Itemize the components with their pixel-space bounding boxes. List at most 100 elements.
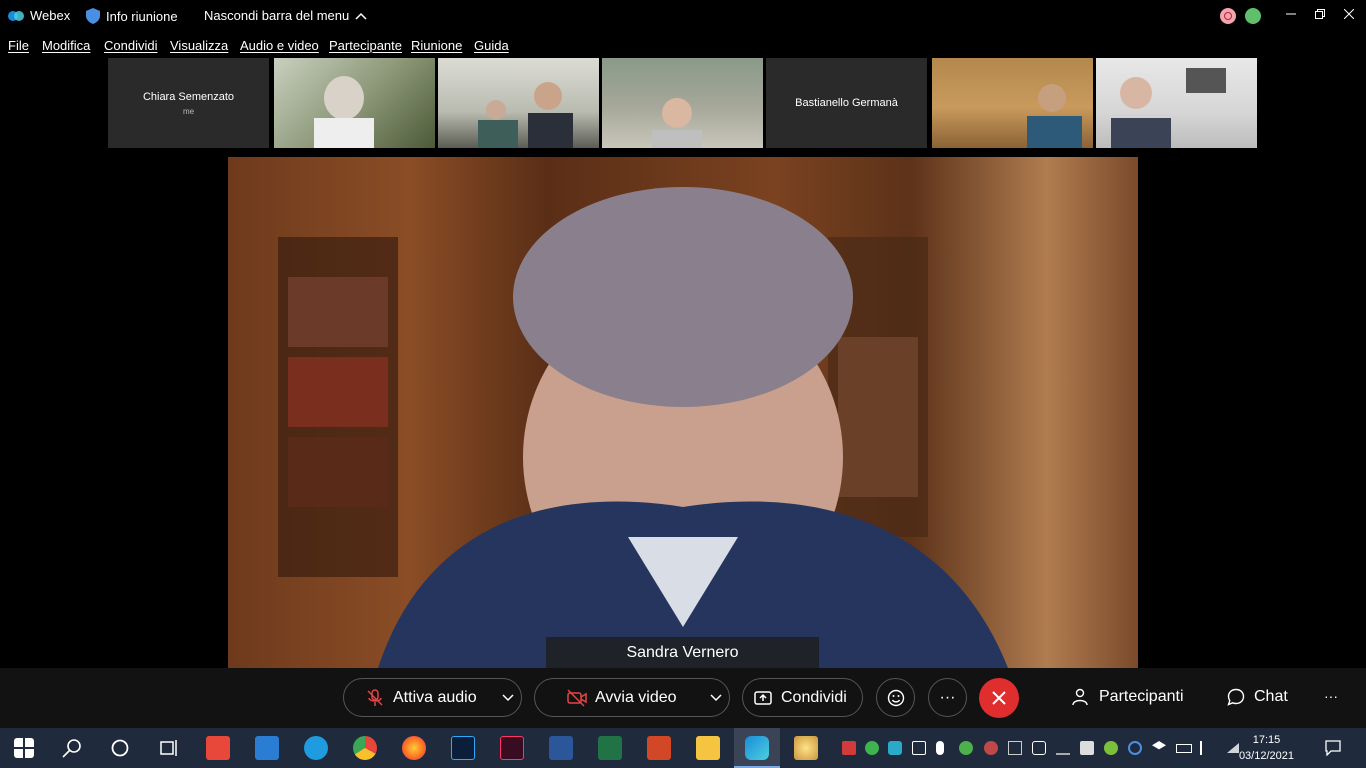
search-icon[interactable] [62,738,82,758]
app-name: Webex [30,8,71,23]
menu-partecipante[interactable]: Partecipante [329,38,402,53]
tray-defender-icon[interactable] [1080,741,1094,755]
ellipsis-icon: ··· [1324,688,1338,704]
chat-bubble-icon [1227,688,1245,706]
hide-menu-button[interactable]: Nascondi barra del menu [204,8,367,23]
active-speaker-video[interactable] [228,157,1138,668]
person-silhouette-icon [1027,84,1082,148]
tray-mic-icon[interactable] [936,741,944,755]
dropbox-icon[interactable] [1152,741,1166,750]
clock-time: 17:15 [1252,734,1281,746]
audio-label: Attiva audio [393,689,477,706]
wifi-icon[interactable] [1226,741,1240,755]
powerpoint-icon[interactable] [647,736,671,760]
word-icon[interactable] [549,736,573,760]
firefox-browser-icon[interactable] [402,736,426,760]
windows-taskbar: 17:15 03/12/2021 [0,728,1366,768]
menu-modifica[interactable]: Modifica [42,38,90,53]
title-bar: Webex Info riunione Nascondi barra del m… [0,0,1366,34]
speaker-muted-icon[interactable] [1200,741,1214,755]
menu-visualizza[interactable]: Visualizza [170,38,228,53]
menu-riunione[interactable]: Riunione [411,38,462,53]
close-icon [1344,9,1354,19]
thumbnail-video[interactable] [1096,58,1257,148]
tray-camera-icon[interactable] [1032,741,1046,755]
thumbnail-video[interactable] [602,58,763,148]
close-button[interactable] [1337,4,1361,24]
info-meeting-button[interactable]: Info riunione [86,8,178,24]
thumbnail-video[interactable] [274,58,435,148]
menu-bar: File Modifica Condividi Visualizza Audio… [0,36,600,56]
network-stats-icon[interactable] [1245,8,1261,24]
tray-cloud-off-icon[interactable] [1056,741,1070,755]
chrome-browser-icon[interactable] [353,736,377,760]
excel-icon[interactable] [598,736,622,760]
share-screen-icon [754,691,772,705]
minimize-icon [1286,13,1296,15]
restore-icon [1315,9,1325,19]
tray-usb-icon[interactable] [912,741,926,755]
person-silhouette-icon [1111,68,1226,148]
speaker-name-label: Sandra Vernero [546,637,819,668]
notification-center-icon[interactable] [1325,740,1341,756]
end-call-button[interactable] [979,678,1019,718]
cortana-icon[interactable] [110,738,130,758]
app-title[interactable]: Webex [8,8,70,23]
chevron-down-icon[interactable] [502,694,514,702]
webex-taskbar-icon[interactable] [745,736,769,760]
webex-logo-icon [8,10,24,21]
info-meeting-label: Info riunione [106,8,178,24]
panel-options-button[interactable]: ··· [1324,688,1338,704]
thumbnail-video[interactable] [932,58,1093,148]
menu-guida[interactable]: Guida [474,38,509,53]
speaker-video-frame-icon [278,187,1008,668]
tray-shield-icon[interactable] [888,741,902,755]
task-view-icon[interactable] [158,738,178,758]
paint-icon[interactable] [794,736,818,760]
mic-muted-icon [367,689,383,706]
audio-button[interactable]: Attiva audio [343,678,522,717]
thumbnail-video[interactable] [438,58,599,148]
battery-icon[interactable] [1176,744,1192,753]
meeting-control-bar: Attiva audio Avvia video Condividi ··· P… [0,668,1366,728]
thumbnail-self-tag: me [182,106,195,116]
chevron-down-icon[interactable] [710,694,722,702]
menu-condividi[interactable]: Condividi [104,38,157,53]
system-clock[interactable]: 17:15 03/12/2021 [1239,732,1294,764]
more-options-button[interactable]: ··· [928,678,967,717]
microsoft-store-icon[interactable] [206,736,230,760]
tray-check-icon[interactable] [865,741,879,755]
person-silhouette-icon [314,76,374,148]
windows-start-icon[interactable] [14,738,34,758]
minimize-button[interactable] [1279,4,1303,24]
tray-display-icon[interactable] [1008,741,1022,755]
edge-browser-icon[interactable] [304,736,328,760]
thumbnail-self[interactable]: Chiara Semenzato me [108,58,269,148]
share-label: Condividi [781,689,847,706]
tray-nvidia-icon[interactable] [1104,741,1118,755]
chat-label: Chat [1254,688,1288,705]
thumbnail-name-only[interactable]: Bastianello Germanà [766,58,927,148]
file-explorer-icon[interactable] [696,736,720,760]
person-silhouette-icon [652,98,702,148]
menu-file[interactable]: File [8,38,29,53]
participants-button[interactable]: Partecipanti [1072,688,1184,706]
reactions-button[interactable] [876,678,915,717]
shield-icon [86,8,100,24]
share-button[interactable]: Condividi [742,678,863,717]
person-silhouette-icon [478,82,573,148]
menu-audio-video[interactable]: Audio e video [240,38,319,53]
tray-lock-icon[interactable] [842,741,856,755]
mail-icon[interactable] [255,736,279,760]
chat-button[interactable]: Chat [1227,688,1288,706]
recording-icon[interactable] [1220,8,1236,24]
photoshop-icon[interactable] [451,736,475,760]
indesign-icon[interactable] [500,736,524,760]
hide-menu-label: Nascondi barra del menu [204,8,350,23]
restore-button[interactable] [1308,4,1332,24]
tray-network-icon[interactable] [959,741,973,755]
clock-date: 03/12/2021 [1238,750,1294,762]
video-button[interactable]: Avvia video [534,678,730,717]
tray-sync-icon[interactable] [1128,741,1142,755]
tray-app-icon[interactable] [984,741,998,755]
